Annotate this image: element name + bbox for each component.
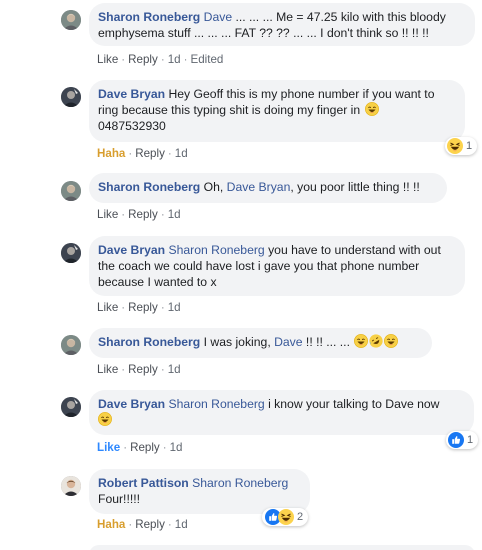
reply-link[interactable]: Reply (135, 147, 165, 160)
avatar[interactable] (61, 181, 81, 201)
comment-text: emphysema stuff ... ... ... FAT ?? ?? ..… (98, 26, 429, 40)
comment-bubble-partial (89, 545, 475, 550)
comment-actions: Like · Reply · 1d · Edited (97, 53, 224, 66)
comment-text: you have to understand with out (264, 243, 441, 257)
like-link[interactable]: Like (97, 363, 118, 376)
comment-bubble: Sharon Roneberg I was joking, Dave !! !!… (89, 328, 432, 358)
mention-link[interactable]: Dave (204, 10, 232, 24)
timestamp-link[interactable]: 1d (168, 363, 181, 376)
phone-number-text: 0487532930 (98, 119, 166, 133)
reply-link[interactable]: Reply (128, 53, 158, 66)
comment-author[interactable]: Robert Pattison (98, 476, 189, 490)
avatar[interactable] (61, 476, 81, 496)
comment-text: ring because this typing shit is doing m… (98, 103, 361, 117)
laughing-emoji-icon (98, 412, 112, 426)
comment-author[interactable]: Dave Bryan (98, 87, 165, 101)
haha-reaction-link[interactable]: Haha (97, 518, 125, 531)
comment-actions: Like · Reply · 1d (97, 208, 181, 221)
reply-link[interactable]: Reply (128, 363, 158, 376)
like-link[interactable]: Like (97, 53, 118, 66)
comment-text: Four!!!!! (98, 492, 140, 506)
comment-text: the coach we could have lost i gave you … (98, 259, 420, 273)
comment-text: I was joking, (203, 335, 275, 349)
like-link[interactable]: Like (97, 441, 120, 454)
comment-bubble: Sharon Roneberg Dave ... ... ... Me = 47… (89, 3, 475, 46)
comment-text: !! !! ... ... (302, 335, 354, 349)
comment-actions: Haha · Reply · 1d (97, 147, 188, 160)
comment-actions: Like · Reply · 1d (97, 301, 181, 314)
comment-author[interactable]: Sharon Roneberg (98, 335, 200, 349)
reaction-summary[interactable]: 1 (445, 137, 478, 155)
avatar[interactable] (61, 397, 81, 417)
like-icon (448, 432, 464, 448)
comment-text: Oh, (203, 180, 227, 194)
mention-link[interactable]: Sharon Roneberg (168, 397, 264, 411)
comment-bubble: Dave Bryan Hey Geoff this is my phone nu… (89, 80, 465, 142)
avatar[interactable] (61, 10, 81, 30)
haha-reaction-link[interactable]: Haha (97, 147, 125, 160)
comment-actions: Like · Reply · 1d (97, 363, 181, 376)
comment-text: ... ... ... Me = 47.25 kilo with this bl… (232, 10, 446, 24)
timestamp-link[interactable]: 1d (170, 441, 183, 454)
comment-bubble: Dave Bryan Sharon Roneberg i know your t… (89, 390, 474, 435)
comment-text: , you poor little thing !! !! (290, 180, 420, 194)
reply-link[interactable]: Reply (130, 441, 160, 454)
timestamp-link[interactable]: 1d (168, 208, 181, 221)
reaction-summary[interactable]: 2 (262, 508, 309, 526)
timestamp-link[interactable]: 1d (168, 53, 181, 66)
laughing-emoji-icon (384, 334, 398, 348)
reaction-count: 1 (466, 140, 473, 152)
reply-link[interactable]: Reply (128, 301, 158, 314)
avatar[interactable] (61, 87, 81, 107)
reaction-count: 2 (297, 511, 304, 523)
mention-link[interactable]: Dave (274, 335, 302, 349)
comment-author[interactable]: Dave Bryan (98, 243, 165, 257)
comment-bubble: Dave Bryan Sharon Roneberg you have to u… (89, 236, 465, 296)
comment-author[interactable]: Dave Bryan (98, 397, 165, 411)
timestamp-link[interactable]: 1d (175, 518, 188, 531)
comment-author[interactable]: Sharon Roneberg (98, 180, 200, 194)
comment-text: because I wanted to x (98, 275, 217, 289)
comment-actions: Like · Reply · 1d (97, 441, 183, 454)
timestamp-link[interactable]: 1d (175, 147, 188, 160)
mention-link[interactable]: Sharon Roneberg (192, 476, 288, 490)
like-link[interactable]: Like (97, 208, 118, 221)
laughing-emoji-icon (354, 334, 368, 348)
comment-bubble: Sharon Roneberg Oh, Dave Bryan, you poor… (89, 173, 447, 203)
comment-actions: Haha · Reply · 1d (97, 518, 188, 531)
avatar[interactable] (61, 243, 81, 263)
haha-icon (447, 138, 463, 154)
reaction-summary[interactable]: 1 (446, 431, 479, 449)
reply-link[interactable]: Reply (135, 518, 165, 531)
comment-text: Hey Geoff this is my phone number if you… (168, 87, 435, 101)
like-link[interactable]: Like (97, 301, 118, 314)
reply-link[interactable]: Reply (128, 208, 158, 221)
comment-author[interactable]: Sharon Roneberg (98, 10, 200, 24)
comment-text: i know your talking to Dave now (264, 397, 440, 411)
avatar[interactable] (61, 335, 81, 355)
timestamp-link[interactable]: 1d (168, 301, 181, 314)
edited-label[interactable]: Edited (190, 53, 223, 66)
mention-link[interactable]: Sharon Roneberg (168, 243, 264, 257)
laughing-emoji-icon (365, 102, 379, 116)
haha-icon (278, 509, 294, 525)
reaction-count: 1 (467, 434, 474, 446)
mention-link[interactable]: Dave Bryan (227, 180, 291, 194)
rolling-laughing-emoji-icon (369, 334, 383, 348)
